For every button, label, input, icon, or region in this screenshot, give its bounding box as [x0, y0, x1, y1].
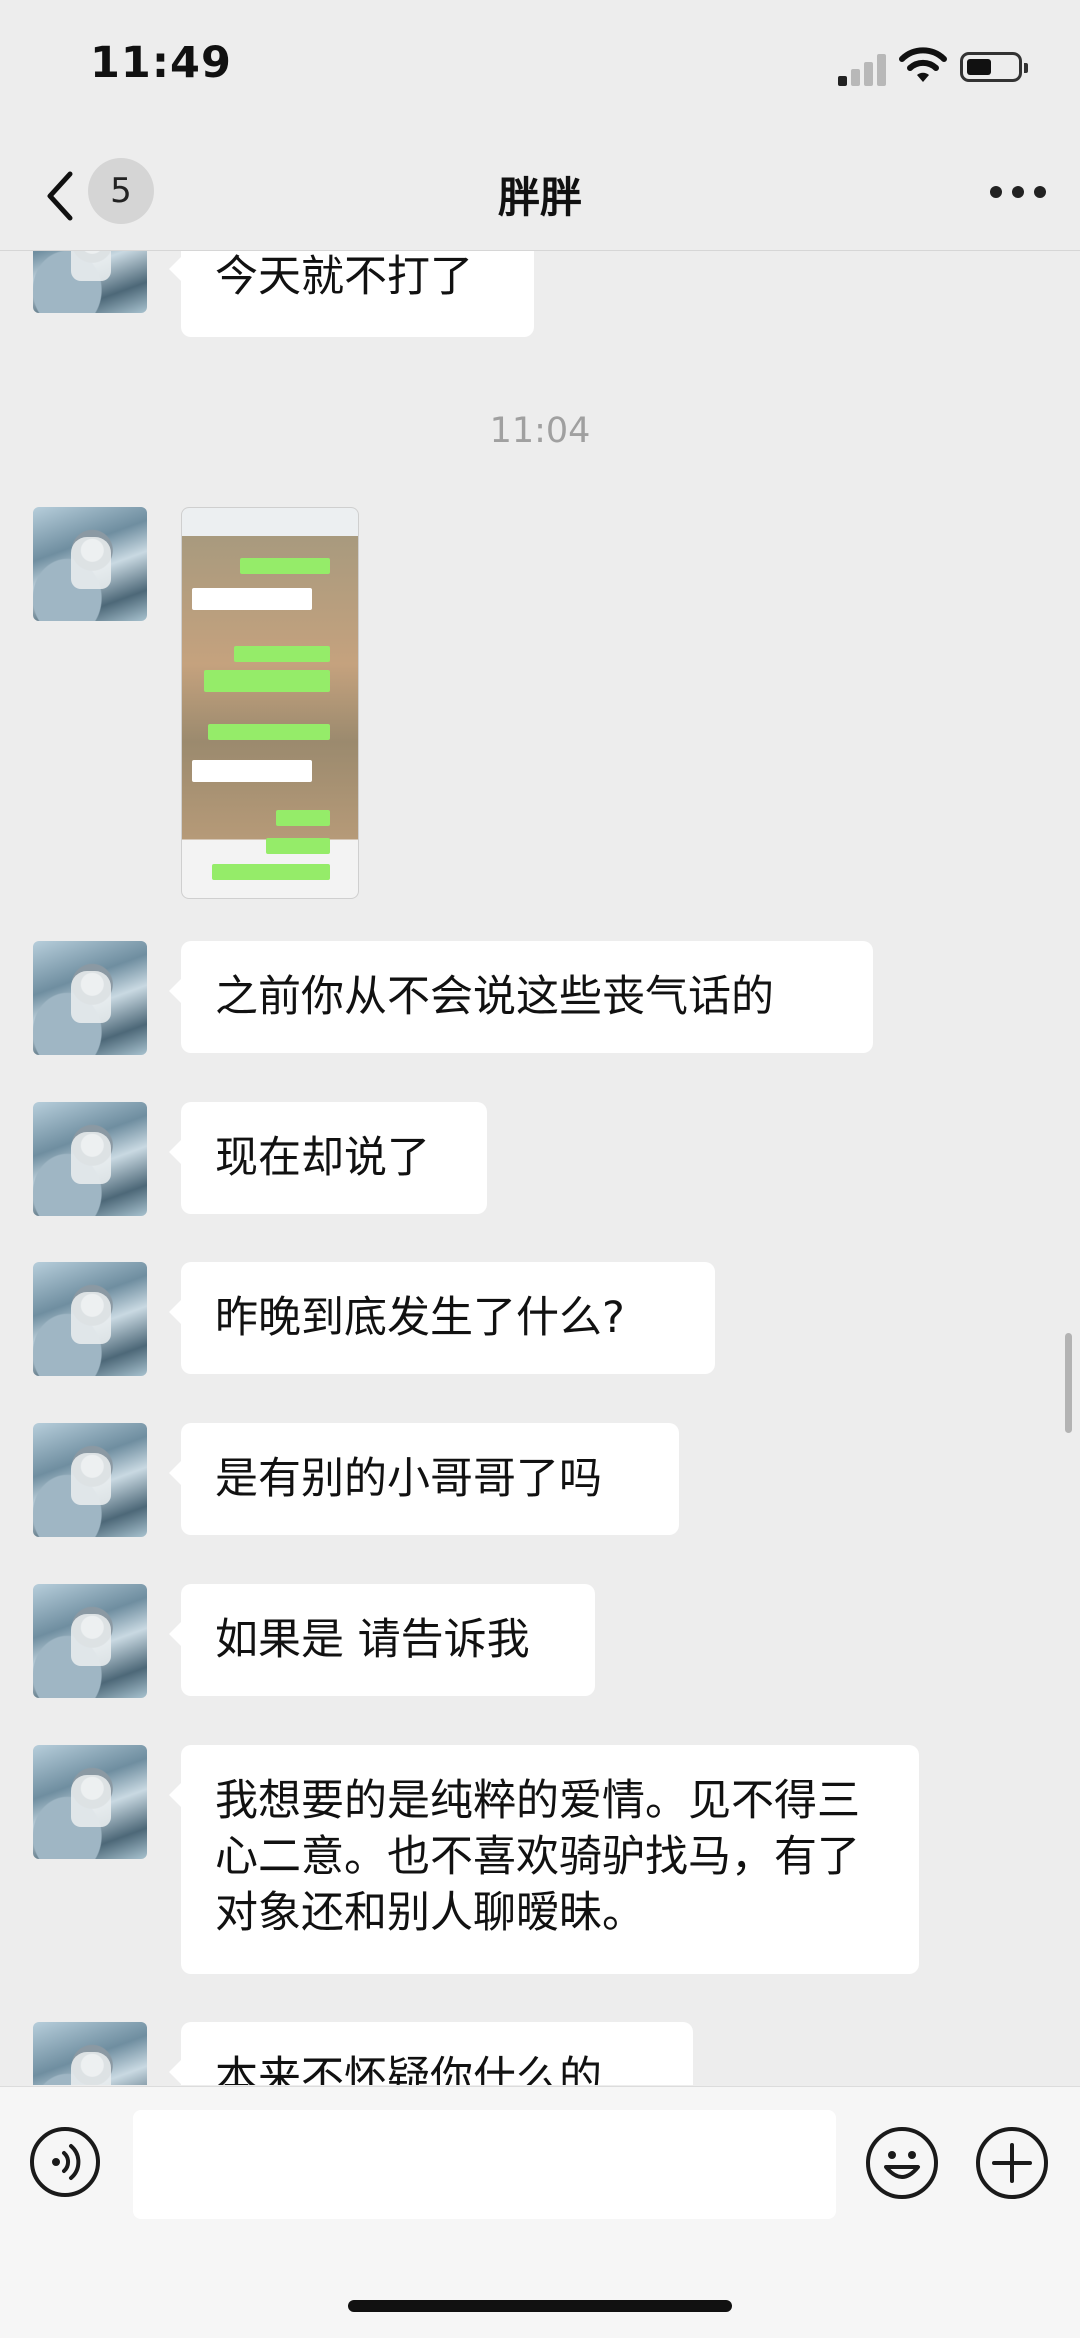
message-bubble[interactable]: 是有别的小哥哥了吗: [169, 1423, 679, 1535]
home-indicator[interactable]: [348, 2300, 732, 2312]
avatar[interactable]: [33, 1262, 147, 1376]
message-bubble[interactable]: 现在却说了: [169, 1102, 487, 1214]
message-list[interactable]: 今天就不打了 11:04 之前你从不会说这些丧气话的 现在却说了 昨晚到底发生了…: [0, 251, 1080, 2085]
avatar[interactable]: [33, 941, 147, 1055]
status-bar: 11:49: [0, 0, 1080, 150]
message-bubble[interactable]: 如果是 请告诉我: [169, 1584, 595, 1696]
chat-title: 胖胖: [497, 173, 582, 222]
message-bubble[interactable]: 今天就不打了: [169, 251, 534, 337]
avatar[interactable]: [33, 507, 147, 621]
avatar[interactable]: [33, 1423, 147, 1537]
cellular-signal-icon: [838, 52, 886, 86]
emoji-icon[interactable]: [866, 2127, 938, 2199]
add-attachment-icon[interactable]: [976, 2127, 1048, 2199]
message-bubble[interactable]: 本来不怀疑你什么的: [169, 2022, 693, 2085]
message-timestamp: 11:04: [489, 411, 591, 451]
scrollbar[interactable]: [1065, 1333, 1072, 1433]
message-input[interactable]: [133, 2110, 836, 2219]
battery-icon: [960, 52, 1028, 82]
message-bubble[interactable]: 我想要的是纯粹的爱情。见不得三心二意。也不喜欢骑驴找马，有了对象还和别人聊暧昧。: [169, 1745, 919, 1974]
voice-input-icon[interactable]: [30, 2127, 100, 2197]
avatar[interactable]: [33, 1102, 147, 1216]
avatar[interactable]: [33, 1745, 147, 1859]
message-bubble[interactable]: 之前你从不会说这些丧气话的: [169, 941, 873, 1053]
more-options-icon[interactable]: [990, 186, 1046, 200]
avatar[interactable]: [33, 251, 147, 313]
image-message-thumbnail[interactable]: [181, 507, 359, 899]
avatar[interactable]: [33, 1584, 147, 1698]
status-time: 11:49: [90, 38, 232, 88]
wifi-icon: [899, 47, 947, 82]
avatar[interactable]: [33, 2022, 147, 2085]
chat-header: 5 胖胖: [0, 150, 1080, 251]
message-bubble[interactable]: 昨晚到底发生了什么?: [169, 1262, 715, 1374]
